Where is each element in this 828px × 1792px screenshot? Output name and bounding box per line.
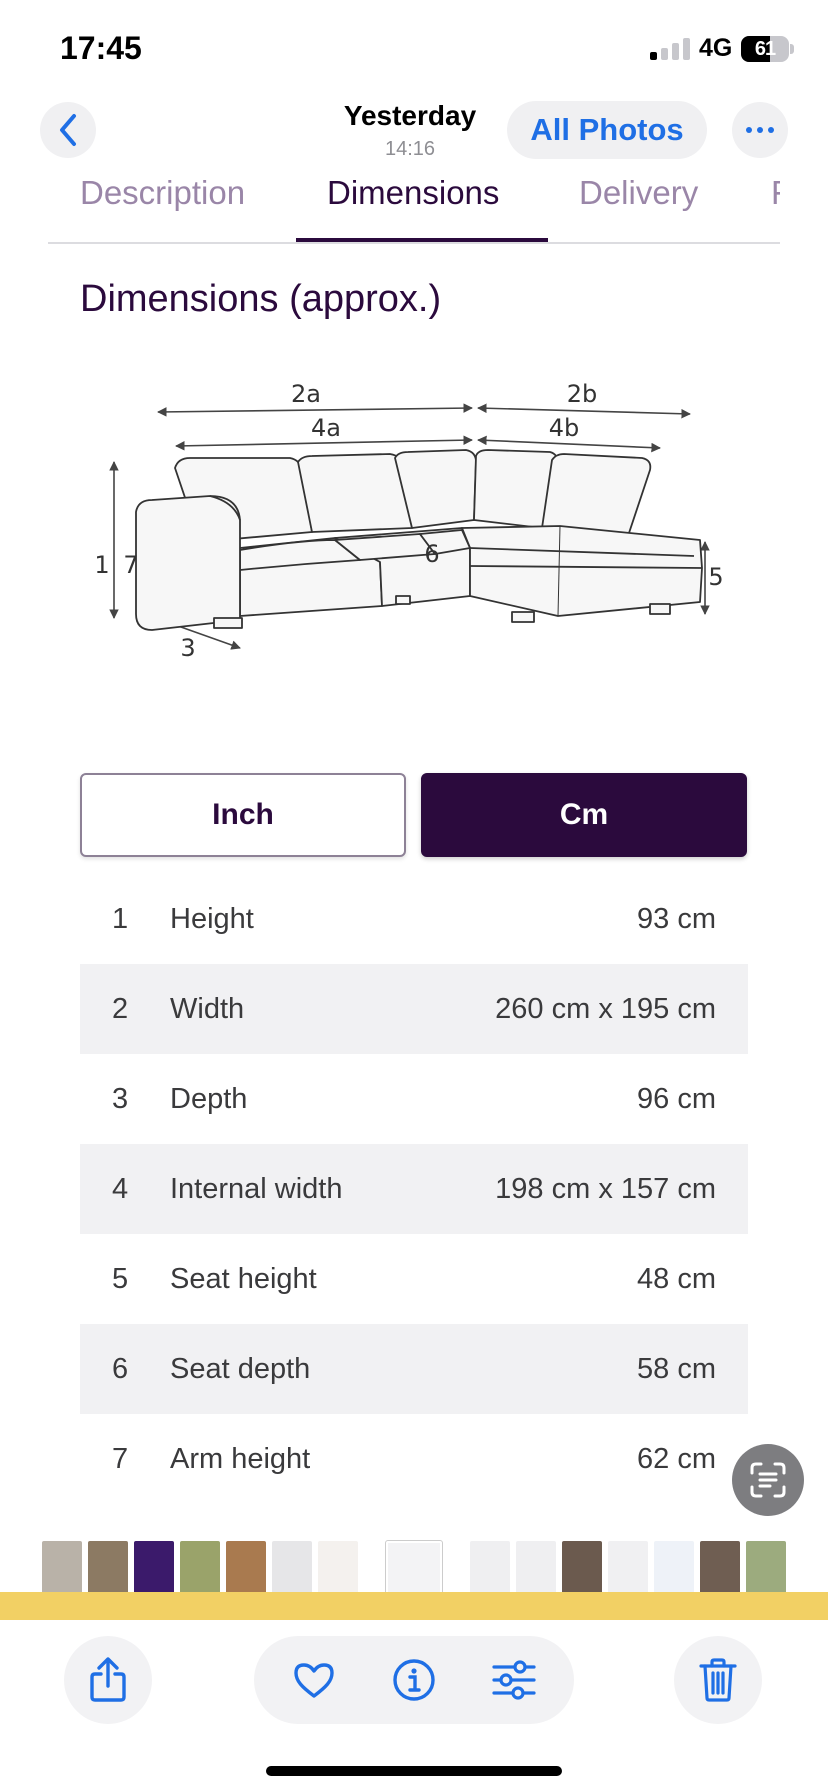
tab-dimensions[interactable]: Dimensions	[327, 174, 499, 212]
table-row: 4 Internal width 198 cm x 157 cm	[80, 1144, 748, 1234]
battery-tip	[790, 44, 794, 54]
row-label: Arm height	[170, 1443, 311, 1475]
section-title: Dimensions (approx.)	[80, 278, 442, 320]
row-number: 7	[112, 1443, 129, 1475]
cellular-signal-icon	[650, 38, 692, 60]
share-button[interactable]	[64, 1636, 152, 1724]
favorite-button[interactable]	[290, 1656, 338, 1704]
row-number: 2	[112, 993, 129, 1025]
row-value: 93 cm	[637, 903, 716, 935]
diagram-label-6: 6	[424, 540, 439, 568]
back-button[interactable]	[40, 102, 96, 158]
row-label: Depth	[170, 1083, 248, 1115]
status-time: 17:45	[60, 30, 142, 66]
table-row: 6 Seat depth 58 cm	[80, 1324, 748, 1414]
diagram-label-1: 1	[94, 551, 109, 579]
table-row: 5 Seat height 48 cm	[80, 1234, 748, 1324]
highlight-band	[0, 1592, 828, 1620]
active-tab-indicator	[296, 238, 548, 242]
photo-thumbnail[interactable]	[272, 1541, 312, 1597]
tab-delivery[interactable]: Delivery	[579, 174, 698, 212]
cm-unit-button[interactable]: Cm	[421, 773, 747, 857]
battery-level: 61	[754, 38, 776, 60]
network-type: 4G	[699, 34, 733, 62]
diagram-label-3: 3	[180, 634, 195, 662]
row-value: 48 cm	[637, 1263, 716, 1295]
photo-thumbnail[interactable]	[88, 1541, 128, 1597]
status-bar: 17:45 4G 61	[0, 0, 828, 100]
diagram-label-7: 7	[123, 551, 138, 579]
row-label: Width	[170, 993, 245, 1025]
info-icon	[393, 1659, 435, 1701]
product-tabs: Description Dimensions Delivery F	[48, 170, 780, 244]
row-label: Height	[170, 903, 254, 935]
photo-thumbnail[interactable]	[318, 1541, 358, 1597]
dimensions-table: 1 Height 93 cm 2 Width 260 cm x 195 cm 3…	[80, 874, 748, 1504]
ellipsis-icon	[746, 127, 774, 133]
photo-thumbnail[interactable]	[746, 1541, 786, 1597]
adjust-button[interactable]	[490, 1656, 538, 1704]
row-label: Seat height	[170, 1263, 317, 1295]
home-indicator	[266, 1766, 562, 1776]
table-row: 1 Height 93 cm	[80, 874, 748, 964]
photo-thumbnail[interactable]	[42, 1541, 82, 1597]
photo-time-subtitle: 14:16	[384, 138, 436, 160]
info-button[interactable]	[390, 1656, 438, 1704]
diagram-label-5: 5	[708, 563, 723, 591]
inch-unit-button[interactable]: Inch	[80, 773, 406, 857]
diagram-label-4b: 4b	[549, 414, 580, 442]
battery-icon: 61	[741, 36, 789, 62]
delete-button[interactable]	[674, 1636, 762, 1724]
row-number: 4	[112, 1173, 129, 1205]
row-value: 260 cm x 195 cm	[495, 993, 716, 1025]
trash-icon	[699, 1658, 737, 1702]
row-value: 96 cm	[637, 1083, 716, 1115]
row-number: 5	[112, 1263, 129, 1295]
row-value: 58 cm	[637, 1353, 716, 1385]
heart-icon	[294, 1663, 334, 1698]
sliders-icon	[492, 1660, 536, 1700]
chevron-left-icon	[60, 114, 76, 146]
all-photos-button[interactable]: All Photos	[507, 101, 707, 159]
live-text-button[interactable]	[732, 1444, 804, 1516]
tab-partial[interactable]: F	[771, 174, 780, 212]
photo-thumbnail[interactable]	[470, 1541, 510, 1597]
photo-thumbnail[interactable]	[226, 1541, 266, 1597]
photo-thumbnail-current[interactable]	[386, 1541, 442, 1597]
row-label: Internal width	[170, 1173, 343, 1205]
photo-thumbnail[interactable]	[180, 1541, 220, 1597]
tab-description[interactable]: Description	[80, 174, 245, 212]
table-row: 7 Arm height 62 cm	[80, 1414, 748, 1504]
photo-date-title: Yesterday	[343, 100, 477, 131]
photo-thumbnail[interactable]	[134, 1541, 174, 1597]
bottom-toolbar	[0, 1620, 828, 1792]
photo-thumbnail[interactable]	[608, 1541, 648, 1597]
table-row: 3 Depth 96 cm	[80, 1054, 748, 1144]
row-number: 1	[112, 903, 129, 935]
row-label: Seat depth	[170, 1353, 311, 1385]
more-button[interactable]	[732, 102, 788, 158]
row-value: 198 cm x 157 cm	[495, 1173, 716, 1205]
diagram-label-2b: 2b	[567, 380, 598, 408]
row-value: 62 cm	[637, 1443, 716, 1475]
table-row: 2 Width 260 cm x 195 cm	[80, 964, 748, 1054]
diagram-label-4a: 4a	[311, 414, 341, 442]
photo-thumbnail[interactable]	[516, 1541, 556, 1597]
diagram-label-2a: 2a	[291, 380, 321, 408]
row-number: 6	[112, 1353, 129, 1385]
photo-actions-group	[254, 1636, 574, 1724]
photo-thumbnail[interactable]	[700, 1541, 740, 1597]
live-text-scan-icon	[750, 1462, 786, 1498]
row-number: 3	[112, 1083, 129, 1115]
share-icon	[90, 1657, 126, 1702]
sofa-dimension-diagram: 2a 2b 4a 4b 1 7 6 3 5	[94, 380, 723, 662]
photo-thumbnail[interactable]	[654, 1541, 694, 1597]
photo-thumbnail[interactable]	[562, 1541, 602, 1597]
